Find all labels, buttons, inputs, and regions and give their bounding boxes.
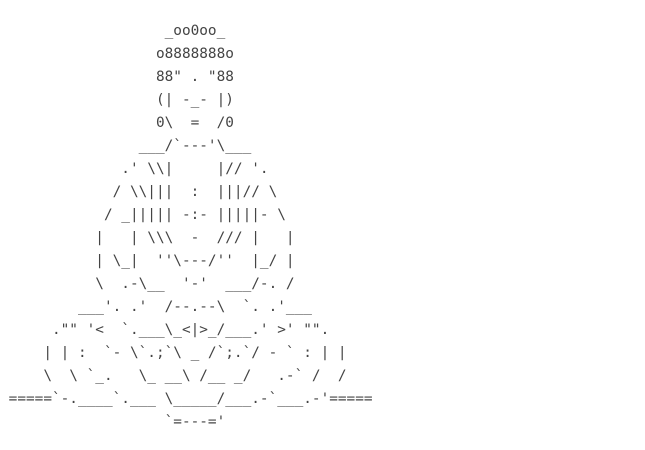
ascii-line-14: ."" '< `.___\_<|>_/___.' >' "". — [0, 322, 330, 338]
ascii-line-8: / \\||| : |||// \ — [0, 184, 278, 200]
ascii-line-10: | | \\\ - /// | | — [0, 230, 295, 246]
ascii-line-16: \ \ `_. \_ __\ /__ _/ .-` / / — [0, 368, 347, 384]
ascii-line-17: =====`-.____`.___ \_____/___.-`___.-'===… — [0, 391, 373, 407]
ascii-art-buddha: _oo0oo_ o8888888o 88" . "88 (| -_- |) 0\… — [0, 0, 645, 450]
ascii-line-13: ___'. .' /--.--\ `. .'___ — [0, 299, 312, 315]
ascii-line-7: .' \\| |// '. — [0, 161, 269, 177]
ascii-line-1: _oo0oo_ — [0, 23, 226, 39]
ascii-line-9: / _||||| -:- |||||- \ — [0, 207, 286, 223]
ascii-line-12: \ .-\__ '-' ___/-. / — [0, 276, 295, 292]
ascii-line-18: `=---=' — [0, 414, 226, 430]
ascii-line-6: ___/`---'\___ — [0, 138, 252, 154]
ascii-line-2: o8888888o — [0, 46, 234, 62]
ascii-line-5: 0\ = /0 — [0, 115, 234, 131]
ascii-line-3: 88" . "88 — [0, 69, 234, 85]
ascii-line-15: | | : `- \`.;`\ _ /`;.`/ - ` : | | — [0, 345, 347, 361]
ascii-line-4: (| -_- |) — [0, 92, 234, 108]
ascii-line-11: | \_| ''\---/'' |_/ | — [0, 253, 295, 269]
